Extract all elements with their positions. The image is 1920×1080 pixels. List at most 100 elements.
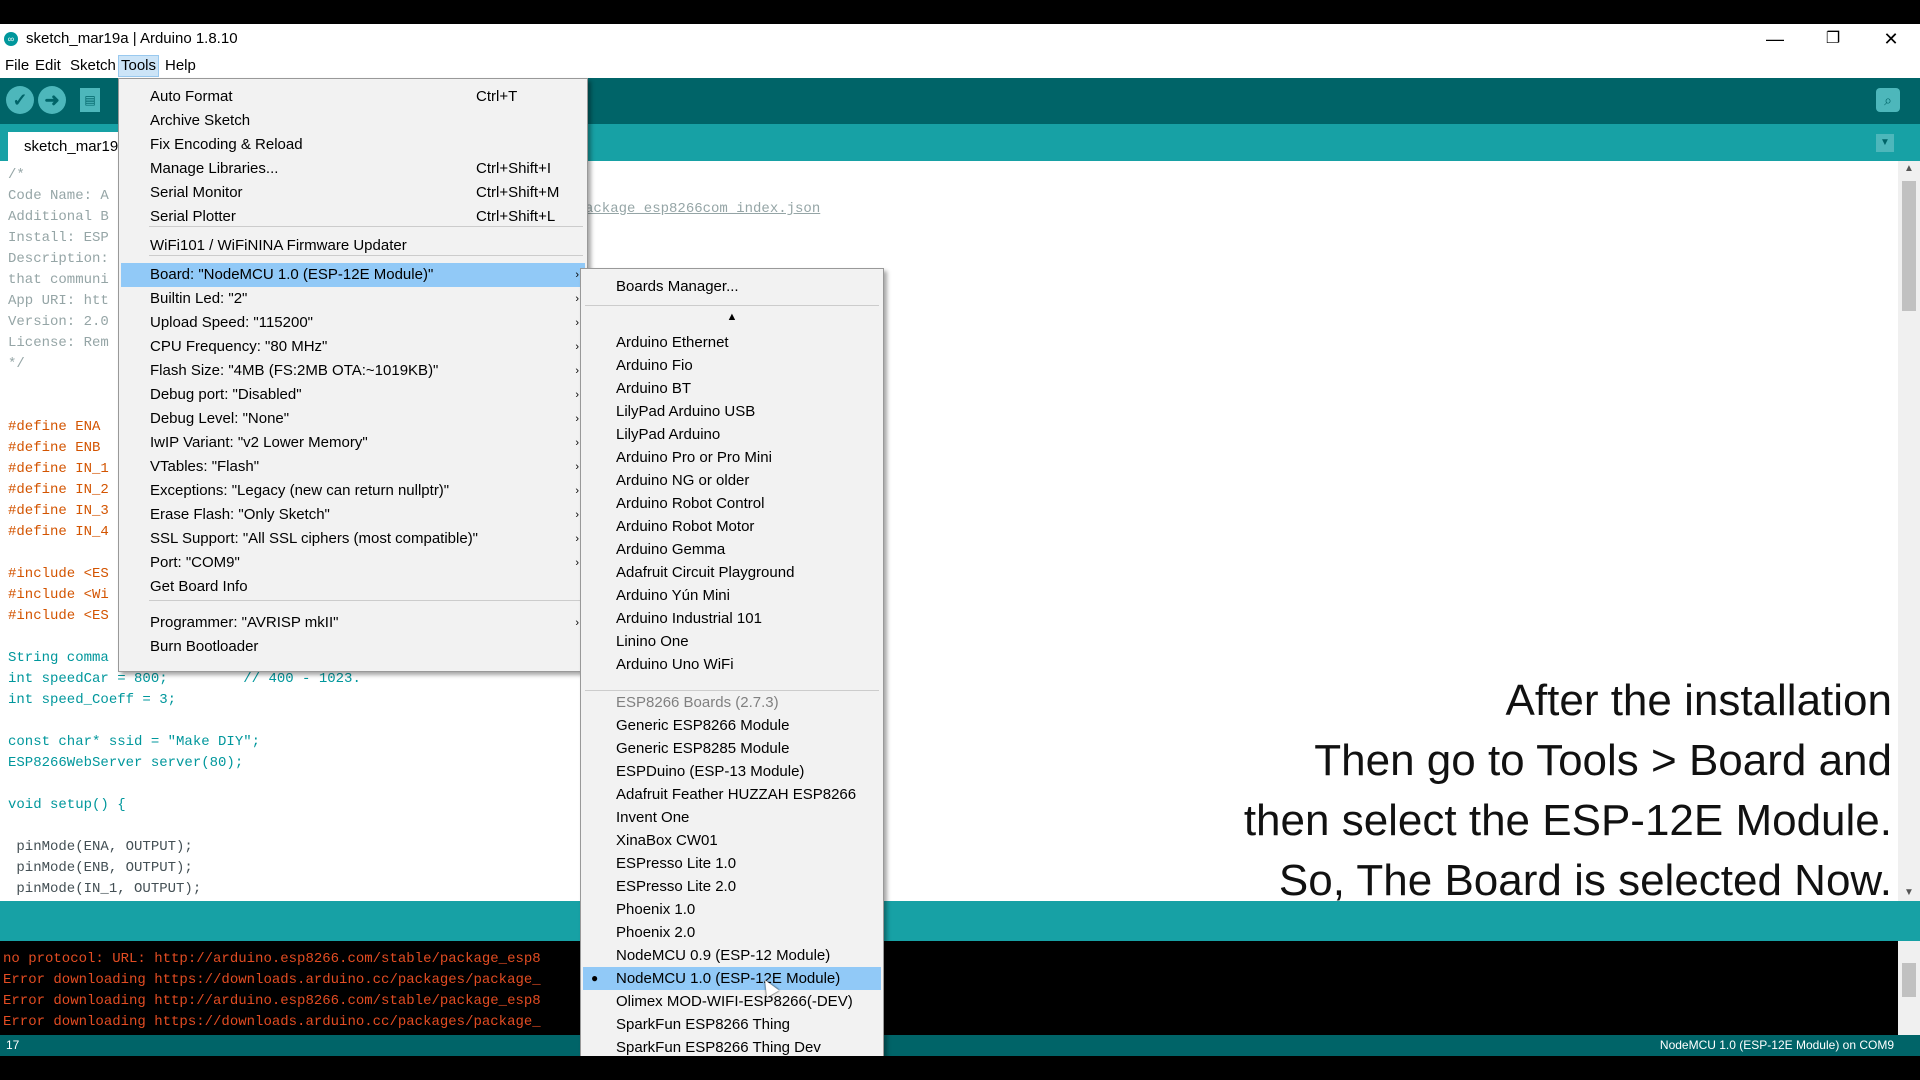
scroll-up-arrow-icon[interactable]: ▲ xyxy=(1898,161,1920,177)
board-menu-item[interactable]: Generic ESP8266 Module xyxy=(583,714,881,737)
tools-menu-item[interactable]: Archive Sketch xyxy=(121,109,585,133)
board-menu-item[interactable]: Arduino Fio xyxy=(583,354,881,377)
menu-item-label: Erase Flash: "Only Sketch" xyxy=(150,506,330,523)
board-menu-item[interactable]: Phoenix 2.0 xyxy=(583,921,881,944)
board-menu-item[interactable]: Olimex MOD-WIFI-ESP8266(-DEV) xyxy=(583,990,881,1013)
boards-manager-item[interactable]: Boards Manager... xyxy=(583,275,881,298)
tools-menu-item[interactable]: Flash Size: "4MB (FS:2MB OTA:~1019KB)" › xyxy=(121,359,585,383)
board-label: Arduino Fio xyxy=(616,357,693,374)
menu-sketch[interactable]: Sketch xyxy=(68,56,118,76)
board-menu-item[interactable]: Arduino NG or older xyxy=(583,469,881,492)
board-menu-item[interactable]: ESPresso Lite 1.0 xyxy=(583,852,881,875)
board-menu-item[interactable]: ESPDuino (ESP-13 Module) xyxy=(583,760,881,783)
tools-menu-item[interactable]: Manage Libraries... Ctrl+Shift+I xyxy=(121,157,585,181)
tools-menu-item[interactable]: Port: "COM9" › xyxy=(121,551,585,575)
close-button[interactable]: ✕ xyxy=(1862,24,1920,54)
tools-menu-item[interactable]: Upload Speed: "115200" › xyxy=(121,311,585,335)
menu-item-label: WiFi101 / WiFiNINA Firmware Updater xyxy=(150,237,407,254)
menu-item-shortcut: Ctrl+T xyxy=(476,88,518,105)
board-menu-item[interactable]: Arduino Ethernet xyxy=(583,331,881,354)
tab-menu-chevron-down-icon[interactable]: ▼ xyxy=(1876,134,1894,152)
board-menu-item[interactable]: Arduino Robot Control xyxy=(583,492,881,515)
scrollbar-thumb[interactable] xyxy=(1902,181,1916,311)
board-menu-item[interactable]: SparkFun ESP8266 Thing Dev xyxy=(583,1036,881,1056)
tools-menu-item[interactable]: Burn Bootloader xyxy=(121,635,585,659)
menu-edit[interactable]: Edit xyxy=(33,56,63,76)
board-menu-item[interactable]: Adafruit Feather HUZZAH ESP8266 xyxy=(583,783,881,806)
menu-tools[interactable]: Tools xyxy=(118,55,160,77)
tools-menu-item[interactable]: Debug port: "Disabled" › xyxy=(121,383,585,407)
board-label: SparkFun ESP8266 Thing xyxy=(616,1016,791,1033)
scroll-down-arrow-icon[interactable]: ▼ xyxy=(1898,885,1920,901)
board-label: Olimex MOD-WIFI-ESP8266(-DEV) xyxy=(616,993,853,1010)
editor-scrollbar[interactable]: ▲ ▼ xyxy=(1898,161,1920,901)
menu-item-label: Fix Encoding & Reload xyxy=(150,136,303,153)
window-title: sketch_mar19a | Arduino 1.8.10 xyxy=(26,30,238,47)
tools-menu-item[interactable]: Board: "NodeMCU 1.0 (ESP-12E Module)" › xyxy=(121,263,585,287)
board-menu-item[interactable]: Arduino Industrial 101 xyxy=(583,607,881,630)
tools-menu-item[interactable]: VTables: "Flash" › xyxy=(121,455,585,479)
board-menu-item[interactable]: Phoenix 1.0 xyxy=(583,898,881,921)
tools-menu-item[interactable]: Serial Monitor Ctrl+Shift+M xyxy=(121,181,585,205)
tools-menu-item[interactable]: Debug Level: "None" › xyxy=(121,407,585,431)
board-menu-item[interactable]: Arduino Robot Motor xyxy=(583,515,881,538)
board-menu-item[interactable]: Linino One xyxy=(583,630,881,653)
tools-menu-item[interactable]: Auto Format Ctrl+T xyxy=(121,85,585,109)
board-label: LilyPad Arduino xyxy=(616,426,721,443)
upload-icon[interactable]: ➜ xyxy=(38,86,66,114)
board-menu-item[interactable]: XinaBox CW01 xyxy=(583,829,881,852)
submenu-arrow-icon: › xyxy=(575,437,579,449)
restore-button[interactable]: ❐ xyxy=(1804,24,1862,54)
tools-menu-item[interactable]: Builtin Led: "2" › xyxy=(121,287,585,311)
menu-scroll-up-icon[interactable]: ▲ xyxy=(581,307,883,327)
board-menu-item[interactable]: ESPresso Lite 2.0 xyxy=(583,875,881,898)
menu-item-label: Board: "NodeMCU 1.0 (ESP-12E Module)" xyxy=(150,266,434,283)
board-menu-item[interactable]: NodeMCU 0.9 (ESP-12 Module) xyxy=(583,944,881,967)
tools-menu-item[interactable]: SSL Support: "All SSL ciphers (most comp… xyxy=(121,527,585,551)
caption-line: Then go to Tools > Board and xyxy=(1314,736,1892,785)
menu-item-label: Flash Size: "4MB (FS:2MB OTA:~1019KB)" xyxy=(150,362,439,379)
board-menu-item[interactable]: Arduino Pro or Pro Mini xyxy=(583,446,881,469)
board-menu-item[interactable]: Arduino BT xyxy=(583,377,881,400)
menu-item-label: Port: "COM9" xyxy=(150,554,240,571)
board-menu-item-selected[interactable]: ● NodeMCU 1.0 (ESP-12E Module) xyxy=(583,967,881,990)
board-menu-item[interactable]: Arduino Uno WiFi xyxy=(583,653,881,676)
board-group-header: ESP8266 Boards (2.7.3) xyxy=(583,691,881,714)
serial-monitor-icon[interactable]: ⌕ xyxy=(1876,88,1900,112)
menu-file[interactable]: File xyxy=(3,56,31,76)
board-label: Arduino Pro or Pro Mini xyxy=(616,449,772,466)
new-sketch-icon[interactable]: ▤ xyxy=(80,88,100,112)
board-menu-item[interactable]: Generic ESP8285 Module xyxy=(583,737,881,760)
board-menu-item[interactable]: LilyPad Arduino USB xyxy=(583,400,881,423)
menu-item-label: Burn Bootloader xyxy=(150,638,259,655)
tools-menu-item[interactable]: Erase Flash: "Only Sketch" › xyxy=(121,503,585,527)
minimize-button[interactable]: — xyxy=(1746,24,1804,54)
board-menu-item[interactable]: SparkFun ESP8266 Thing xyxy=(583,1013,881,1036)
code-line: ESP8266WebServer server(80); xyxy=(8,755,244,771)
code-line: int speedCar = 800; // 400 - 1023. xyxy=(8,671,361,687)
code-line: int speed_Coeff = 3; xyxy=(8,692,177,708)
board-menu-item[interactable]: Invent One xyxy=(583,806,881,829)
submenu-arrow-icon: › xyxy=(575,365,579,377)
tools-menu-item[interactable]: Get Board Info xyxy=(121,575,585,599)
board-menu-item[interactable]: Adafruit Circuit Playground xyxy=(583,561,881,584)
board-menu-item[interactable]: LilyPad Arduino xyxy=(583,423,881,446)
console-scrollbar-thumb[interactable] xyxy=(1902,963,1916,997)
code-line: const char* ssid = "Make DIY"; xyxy=(8,734,261,750)
tools-menu-item[interactable]: WiFi101 / WiFiNINA Firmware Updater xyxy=(121,234,585,258)
board-menu-item[interactable]: Arduino Gemma xyxy=(583,538,881,561)
board-label: Arduino Industrial 101 xyxy=(616,610,762,627)
tools-menu-item[interactable]: IwIP Variant: "v2 Lower Memory" › xyxy=(121,431,585,455)
tools-menu-item[interactable]: Fix Encoding & Reload xyxy=(121,133,585,157)
console-line: Error downloading http://arduino.esp8266… xyxy=(3,993,541,1009)
tools-menu-item[interactable]: Exceptions: "Legacy (new can return null… xyxy=(121,479,585,503)
tools-menu-item[interactable]: CPU Frequency: "80 MHz" › xyxy=(121,335,585,359)
board-label: Generic ESP8266 Module xyxy=(616,717,790,734)
menu-item-label: Auto Format xyxy=(150,88,233,105)
tools-menu-item[interactable]: Programmer: "AVRISP mkII" › xyxy=(121,611,585,635)
verify-icon[interactable]: ✓ xyxy=(6,86,34,114)
submenu-arrow-icon: › xyxy=(575,485,579,497)
menu-help[interactable]: Help xyxy=(163,56,198,76)
tools-menu-item[interactable]: Serial Plotter Ctrl+Shift+L xyxy=(121,205,585,229)
board-menu-item[interactable]: Arduino Yún Mini xyxy=(583,584,881,607)
